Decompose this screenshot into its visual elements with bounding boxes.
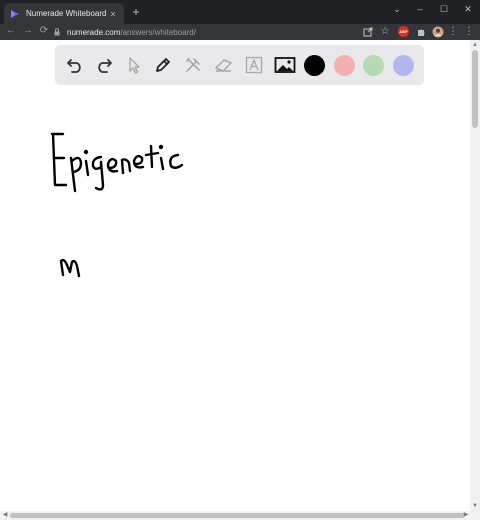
new-tab-button[interactable]: + — [130, 5, 142, 19]
tab-close-icon[interactable]: × — [108, 9, 118, 19]
color-swatch-black[interactable] — [304, 55, 325, 76]
whiteboard-toolbar — [55, 45, 424, 85]
browser-toolbar: ← → ⟳ numerade.com /answers/whiteboard/ … — [0, 24, 480, 40]
tools-icon[interactable] — [181, 53, 205, 77]
chevron-down-icon[interactable]: ⌄ — [390, 4, 404, 15]
minimize-button[interactable]: – — [413, 4, 427, 14]
handwriting-epigenetic — [50, 132, 184, 193]
scroll-up-icon[interactable]: ▲ — [470, 41, 480, 49]
adblock-extension-icon[interactable]: ABP — [398, 26, 409, 37]
handwriting-m — [59, 258, 81, 278]
redo-icon[interactable] — [92, 53, 116, 77]
horizontal-scroll-thumb[interactable] — [10, 513, 465, 518]
scroll-down-icon[interactable]: ▼ — [470, 502, 480, 510]
more-options-icon[interactable]: ⋮ — [463, 26, 475, 38]
maximize-button[interactable]: ☐ — [437, 4, 451, 15]
close-window-button[interactable]: ✕ — [461, 4, 475, 15]
url-path: /answers/whiteboard/ — [120, 27, 196, 37]
bookmark-star-icon[interactable]: ☆ — [379, 26, 391, 38]
select-pointer-icon[interactable] — [122, 53, 146, 77]
eraser-icon[interactable] — [212, 53, 236, 77]
scroll-left-icon[interactable]: ◀ — [1, 511, 9, 520]
color-swatch-red[interactable] — [334, 55, 355, 76]
reload-icon[interactable]: ⟳ — [38, 25, 50, 36]
url-host: numerade.com — [67, 27, 121, 37]
color-swatch-green[interactable] — [363, 55, 384, 76]
account-avatar-icon[interactable] — [432, 26, 444, 38]
tab-title: Numerade Whiteboard — [26, 9, 107, 18]
vertical-scrollbar[interactable]: ▲ ▼ — [470, 40, 480, 511]
vertical-scroll-thumb[interactable] — [472, 50, 478, 128]
pen-icon[interactable] — [151, 53, 175, 77]
extensions-puzzle-icon[interactable] — [415, 26, 427, 38]
lock-icon — [54, 28, 60, 36]
color-swatch-blue[interactable] — [393, 55, 414, 76]
undo-icon[interactable] — [63, 53, 87, 77]
browser-tab-bar: Numerade Whiteboard × + ⌄ – ☐ ✕ — [0, 0, 480, 24]
browser-tab[interactable]: Numerade Whiteboard × — [4, 3, 124, 24]
horizontal-scrollbar[interactable]: ◀ ▶ — [0, 511, 480, 520]
menu-kebab-icon[interactable]: ⋮ — [447, 26, 459, 38]
address-bar[interactable]: numerade.com /answers/whiteboard/ — [53, 25, 358, 39]
whiteboard-page — [0, 40, 470, 511]
text-icon[interactable] — [242, 53, 266, 77]
image-icon[interactable] — [273, 53, 297, 77]
share-icon[interactable] — [362, 26, 374, 38]
whiteboard-canvas[interactable] — [0, 40, 470, 511]
back-icon[interactable]: ← — [5, 25, 17, 36]
forward-icon[interactable]: → — [22, 25, 34, 36]
scroll-right-icon[interactable]: ▶ — [462, 511, 470, 520]
adblock-badge-label: ABP — [399, 29, 408, 34]
numerade-favicon-icon — [11, 9, 19, 18]
